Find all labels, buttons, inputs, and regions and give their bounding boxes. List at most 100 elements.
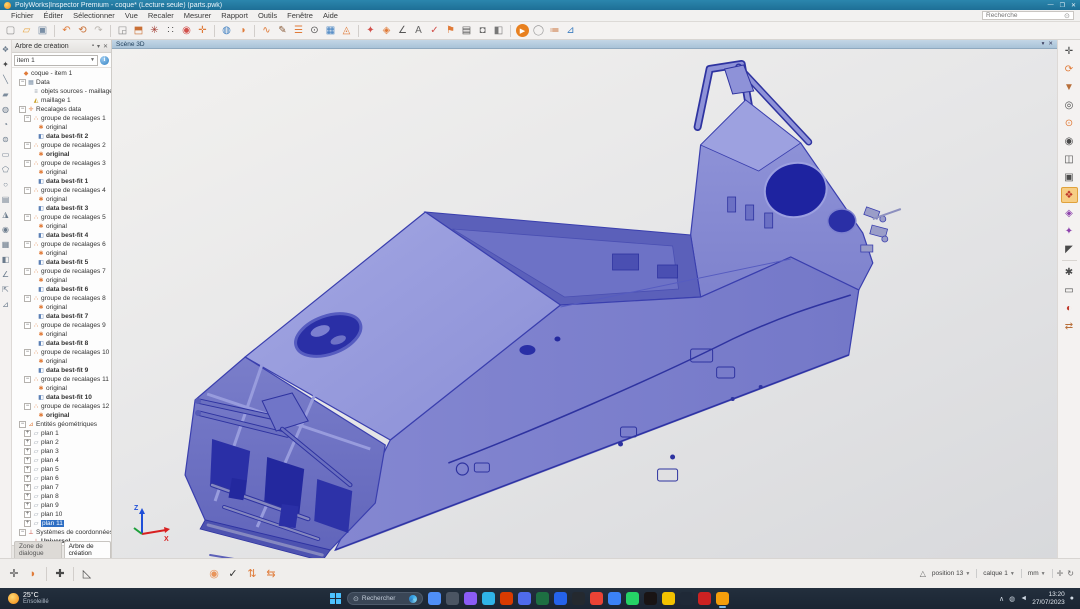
control-chart-icon[interactable]: ⊿ [563, 23, 578, 38]
transform-fit-b-icon[interactable]: ⇆ [263, 566, 279, 582]
cross-section-icon[interactable]: ∿ [259, 23, 274, 38]
tree-node-plan-7[interactable]: +▱plan 7 [12, 483, 111, 492]
geometry-sphere-icon[interactable]: ◉ [1, 224, 11, 234]
tree-node-original[interactable]: ✱original [12, 150, 111, 159]
piece-selector[interactable]: item 1 ▼ [14, 55, 98, 66]
tree-node-coque-item-1[interactable]: ◆coque - item 1 [12, 69, 111, 78]
tree-node-groupe-de-recalages-11[interactable]: −∴groupe de recalages 11 [12, 375, 111, 384]
hand-select-icon[interactable]: ✱ [1061, 264, 1078, 280]
geometry-slot-icon[interactable]: ⊜ [1, 134, 11, 144]
close-button[interactable]: ✕ [1071, 2, 1076, 9]
sync-views-icon[interactable]: ⇄ [1061, 318, 1078, 334]
caliper-measure-icon[interactable]: ✦ [363, 23, 378, 38]
push-view-icon[interactable]: ▼ [1061, 79, 1078, 95]
clapper-scene-icon[interactable]: ◺ [79, 566, 95, 582]
taskbar-app-chrome[interactable] [590, 592, 603, 605]
color-map-mode-icon[interactable]: ❖ [1061, 187, 1078, 203]
tree-node-data-best-fit-7[interactable]: ◧data best-fit 7 [12, 312, 111, 321]
panel-pin-icon[interactable]: ▪ [92, 43, 94, 49]
tree-expander-icon[interactable]: − [24, 187, 31, 194]
tree-node-data-best-fit-6[interactable]: ◧data best-fit 6 [12, 285, 111, 294]
taskbar-app-widgets[interactable] [428, 592, 441, 605]
geometry-cone-icon[interactable]: ◮ [1, 209, 11, 219]
hidden-icons-chevron-icon[interactable]: ∧ [999, 595, 1004, 603]
zoom-region-icon[interactable]: ◎ [1061, 97, 1078, 113]
taskbar-search[interactable]: ⊙ Rechercher [347, 592, 423, 605]
open-project-icon[interactable]: ▱ [19, 23, 34, 38]
measure-angle-icon[interactable]: ∠ [395, 23, 410, 38]
undo-view-icon[interactable]: ⟲ [75, 23, 90, 38]
menu-fen-tre[interactable]: Fenêtre [282, 11, 318, 20]
tree-node-original[interactable]: ✱original [12, 357, 111, 366]
weather-widget[interactable]: 25°C Ensoleillé [0, 592, 57, 605]
tree-node-original[interactable]: ✱original [12, 222, 111, 231]
data-table-icon[interactable]: ▦ [323, 23, 338, 38]
tree-node-plan-1[interactable]: +▱plan 1 [12, 429, 111, 438]
tree-expander-icon[interactable]: + [24, 466, 31, 473]
tree-expander-icon[interactable]: − [24, 403, 31, 410]
taskbar-app-polyworks-files[interactable] [662, 592, 675, 605]
tree-node-original[interactable]: ✱original [12, 411, 111, 420]
flag-mode-icon[interactable]: ◈ [1061, 205, 1078, 221]
geometry-angle-icon[interactable]: ∠ [1, 269, 11, 279]
menu-mesurer[interactable]: Mesurer [179, 11, 217, 20]
annotate-text-icon[interactable]: A [411, 23, 426, 38]
tree-expander-icon[interactable]: − [24, 214, 31, 221]
volume-icon[interactable]: ◄ [1020, 595, 1027, 602]
tree-node-maillage-1[interactable]: ◭maillage 1 [12, 96, 111, 105]
tree-node-data-best-fit-9[interactable]: ◧data best-fit 9 [12, 366, 111, 375]
feature-alignment-icon[interactable]: ✛ [195, 23, 210, 38]
tab-arbre-de-creation[interactable]: Arbre de création [64, 541, 111, 558]
minimize-button[interactable]: — [1048, 2, 1054, 9]
tree-expander-icon[interactable]: − [24, 142, 31, 149]
tree-expander-icon[interactable]: + [24, 439, 31, 446]
play-macro-icon[interactable]: ▶ [516, 24, 529, 37]
undo-icon[interactable]: ↶ [59, 23, 74, 38]
menu-vue[interactable]: Vue [120, 11, 143, 20]
scene-menu-icon[interactable]: ▾ [1042, 41, 1045, 47]
zoom-dynamic-icon[interactable]: ⊙ [1061, 115, 1078, 131]
tree-node-plan-9[interactable]: +▱plan 9 [12, 501, 111, 510]
tree-expander-icon[interactable]: + [24, 448, 31, 455]
geometry-polygon-icon[interactable]: ⬠ [1, 164, 11, 174]
tree-expander-icon[interactable]: − [24, 349, 31, 356]
tree-expander-icon[interactable]: + [24, 502, 31, 509]
start-button[interactable] [330, 593, 342, 605]
status-mm-dropdown[interactable]: mm▼ [1026, 570, 1048, 577]
transform-fit-a-icon[interactable]: ⇅ [244, 566, 260, 582]
tree-node-plan-10[interactable]: +▱plan 10 [12, 510, 111, 519]
taskbar-app-teams[interactable] [518, 592, 531, 605]
taskbar-app-camera-tool[interactable] [680, 592, 693, 605]
best-fit-alignment-icon[interactable]: ◉ [179, 23, 194, 38]
tree-expander-icon[interactable]: − [24, 160, 31, 167]
validate-check-icon[interactable]: ✓ [225, 566, 241, 582]
geometry-mesh-icon[interactable]: ❖ [1, 44, 11, 54]
tree-node-plan-2[interactable]: +▱plan 2 [12, 438, 111, 447]
digitize-points-icon[interactable]: ✳ [147, 23, 162, 38]
taskbar-app-folder-blue[interactable] [608, 592, 621, 605]
point-pairs-icon[interactable]: ◉ [206, 566, 222, 582]
tree-node-original[interactable]: ✱original [12, 249, 111, 258]
fit-status-icon[interactable]: ✛ [1057, 569, 1064, 578]
taskbar-app-edge-browser[interactable] [482, 592, 495, 605]
tree-expander-icon[interactable]: − [19, 79, 26, 86]
save-project-icon[interactable]: ▣ [35, 23, 50, 38]
audio-report-icon[interactable]: ◧ [491, 23, 506, 38]
tree-node-groupe-de-recalages-6[interactable]: −∴groupe de recalages 6 [12, 240, 111, 249]
taskbar-app-excel[interactable] [536, 592, 549, 605]
tree-node-objets-sources-maillage-1[interactable]: ≡objets sources - maillage 1 [12, 87, 111, 96]
chassis-scan-mesh[interactable] [112, 49, 1057, 558]
network-icon[interactable]: ◍ [1009, 595, 1015, 603]
tree-expander-icon[interactable]: + [24, 493, 31, 500]
import-reference-icon[interactable]: ⬒ [131, 23, 146, 38]
geometry-cylinder-icon[interactable]: ▤ [1, 194, 11, 204]
standard-views-cube-icon[interactable]: ◫ [1061, 151, 1078, 167]
menu-s-lectionner[interactable]: Sélectionner [68, 11, 120, 20]
tree-expander-icon[interactable]: − [24, 295, 31, 302]
color-pick-scan-icon[interactable]: ◗ [25, 566, 41, 582]
scene-snapshot-icon[interactable]: ◲ [115, 23, 130, 38]
tree-node-groupe-de-recalages-10[interactable]: −∴groupe de recalages 10 [12, 348, 111, 357]
tree-expander-icon[interactable]: − [24, 115, 31, 122]
taskbar-app-polyworks-running[interactable] [716, 592, 729, 605]
taskbar-app-inspector-red[interactable] [698, 592, 711, 605]
